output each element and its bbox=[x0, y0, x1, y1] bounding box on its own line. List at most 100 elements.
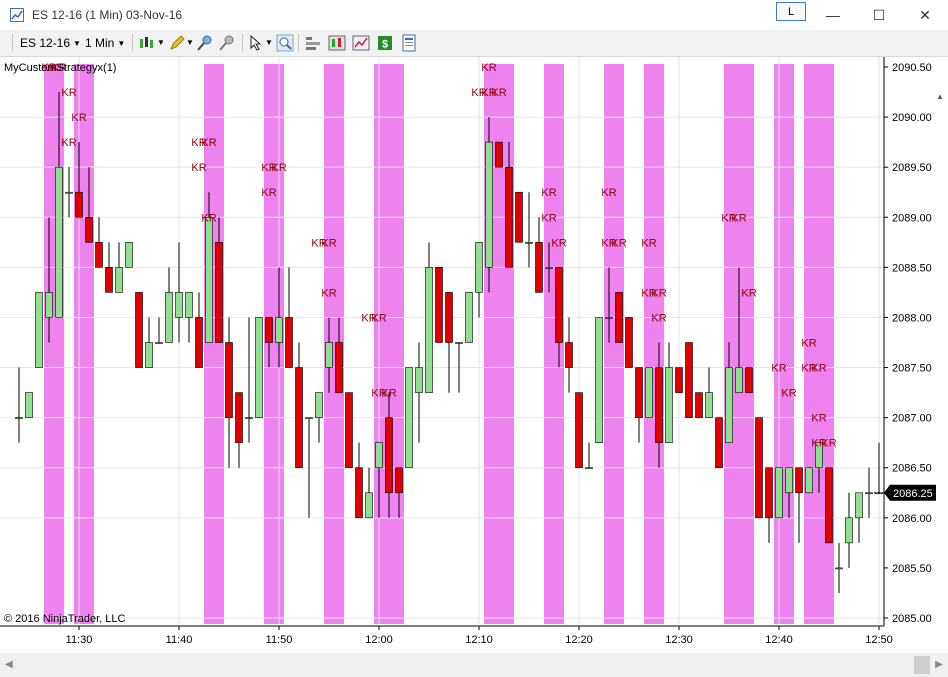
candle-body bbox=[795, 467, 803, 494]
candle-body bbox=[55, 166, 63, 318]
highlight-band bbox=[44, 64, 54, 624]
candle-body bbox=[245, 417, 253, 419]
candle-body bbox=[545, 267, 553, 269]
candle-body bbox=[265, 317, 273, 343]
chevron-down-icon[interactable]: ▼ bbox=[265, 34, 273, 52]
candle-body bbox=[35, 292, 43, 368]
y-axis-tick-label: 2090.50 bbox=[892, 62, 932, 74]
kr-marker-label: KR bbox=[61, 87, 76, 99]
candle-body bbox=[695, 392, 703, 418]
y-axis-tick-label: 2090.00 bbox=[892, 112, 932, 124]
candle-body bbox=[715, 417, 723, 469]
horizontal-scrollbar[interactable]: ◀ ▶ bbox=[0, 653, 948, 677]
candle-body bbox=[175, 292, 183, 318]
candle-body bbox=[505, 166, 513, 268]
bar-type-icon[interactable] bbox=[138, 34, 156, 52]
candle-body bbox=[195, 317, 203, 368]
properties-icon[interactable] bbox=[400, 34, 418, 52]
candle-body bbox=[425, 267, 433, 393]
candle-body bbox=[215, 242, 223, 343]
kr-marker-label: KR bbox=[381, 388, 396, 400]
price-chart[interactable]: KR KR KR KR KR KR KR KR KR KR KR KR KR KR KR KR KR KR KR KR… bbox=[0, 57, 948, 653]
y-axis-tick-label: 2085.00 bbox=[892, 613, 932, 625]
kr-marker-label: KR bbox=[741, 287, 756, 299]
kr-marker-label: KR bbox=[491, 87, 506, 99]
candle-body bbox=[525, 242, 533, 244]
candle-body bbox=[635, 367, 643, 418]
candle-body bbox=[785, 467, 793, 494]
zoom-out-icon[interactable] bbox=[218, 34, 236, 52]
candle-body bbox=[755, 417, 763, 519]
scroll-left-icon[interactable]: ◀ bbox=[2, 657, 16, 673]
highlight-band bbox=[84, 64, 94, 624]
highlight-band bbox=[744, 64, 754, 624]
cursor-pointer-icon[interactable] bbox=[248, 34, 266, 52]
chevron-down-icon[interactable]: ▼ bbox=[186, 34, 194, 52]
kr-marker-label: KR bbox=[541, 187, 556, 199]
candle-body bbox=[475, 242, 483, 293]
candle-body bbox=[305, 417, 313, 419]
data-series-icon[interactable] bbox=[304, 34, 322, 52]
candle-body bbox=[165, 292, 173, 343]
strategies-icon[interactable] bbox=[328, 34, 346, 52]
instrument-selector[interactable]: ES 12-16 ▼ bbox=[20, 34, 81, 52]
candle-body bbox=[485, 141, 493, 268]
highlight-band bbox=[604, 64, 614, 624]
scroll-right-icon[interactable]: ▶ bbox=[932, 657, 946, 673]
candle-body bbox=[765, 467, 773, 519]
kr-marker-label: KR bbox=[771, 363, 786, 375]
candle-body bbox=[845, 517, 853, 544]
indicators-icon[interactable] bbox=[352, 34, 370, 52]
current-price-label: 2086.25 bbox=[893, 488, 933, 500]
kr-marker-label: KR bbox=[71, 112, 86, 124]
window-title: ES 12-16 (1 Min) 03-Nov-16 bbox=[32, 8, 183, 22]
kr-marker-label: KR bbox=[61, 137, 76, 149]
scroll-thumb[interactable] bbox=[914, 656, 930, 674]
highlight-band bbox=[544, 64, 554, 624]
link-button[interactable]: L bbox=[776, 2, 806, 21]
candle-body bbox=[105, 267, 113, 293]
kr-marker-label: KR bbox=[551, 237, 566, 249]
candle-body bbox=[75, 191, 83, 218]
y-axis-tick-label: 2086.50 bbox=[892, 463, 932, 475]
close-button[interactable]: ✕ bbox=[902, 0, 948, 30]
magnifier-icon[interactable] bbox=[276, 34, 294, 52]
toolbar-divider bbox=[242, 34, 243, 52]
zoom-in-icon[interactable] bbox=[196, 34, 214, 52]
x-axis-tick-label: 12:50 bbox=[865, 634, 893, 646]
candle-body bbox=[615, 292, 623, 343]
kr-marker-label: KR bbox=[191, 162, 206, 174]
x-axis-tick-label: 11:50 bbox=[266, 634, 293, 646]
kr-marker-label: KR bbox=[321, 237, 336, 249]
highlight-band bbox=[784, 64, 794, 624]
kr-marker-label: KR bbox=[611, 237, 626, 249]
candle-body bbox=[235, 392, 243, 443]
candle-body bbox=[685, 342, 693, 418]
candle-body bbox=[95, 242, 103, 268]
x-axis-tick-label: 11:30 bbox=[66, 634, 93, 646]
candle-body bbox=[665, 367, 673, 443]
candle-body bbox=[645, 367, 653, 418]
interval-selector[interactable]: 1 Min ▼ bbox=[85, 34, 125, 52]
candle-body bbox=[355, 467, 363, 519]
kr-marker-label: KR bbox=[651, 287, 666, 299]
drawing-pencil-icon[interactable] bbox=[168, 34, 186, 52]
candle-body bbox=[25, 392, 33, 418]
chevron-down-icon[interactable]: ▼ bbox=[157, 34, 165, 52]
candle-body bbox=[855, 492, 863, 519]
scroll-up-icon[interactable]: ▲ bbox=[936, 92, 944, 101]
chevron-down-icon: ▼ bbox=[117, 39, 126, 48]
candle-body bbox=[295, 367, 303, 469]
kr-marker-label: KR bbox=[541, 212, 556, 224]
candle-body bbox=[395, 467, 403, 494]
candle-body bbox=[15, 417, 23, 419]
candle-body bbox=[705, 392, 713, 418]
minimize-button[interactable]: — bbox=[810, 0, 856, 30]
kr-marker-label: KR bbox=[811, 363, 826, 375]
x-axis-tick-label: 12:40 bbox=[765, 634, 793, 646]
maximize-button[interactable]: ☐ bbox=[856, 0, 902, 30]
candle-body bbox=[185, 292, 193, 318]
chevron-down-icon: ▼ bbox=[73, 39, 81, 48]
dollar-icon[interactable]: $ bbox=[376, 34, 394, 52]
highlight-band bbox=[394, 64, 404, 624]
